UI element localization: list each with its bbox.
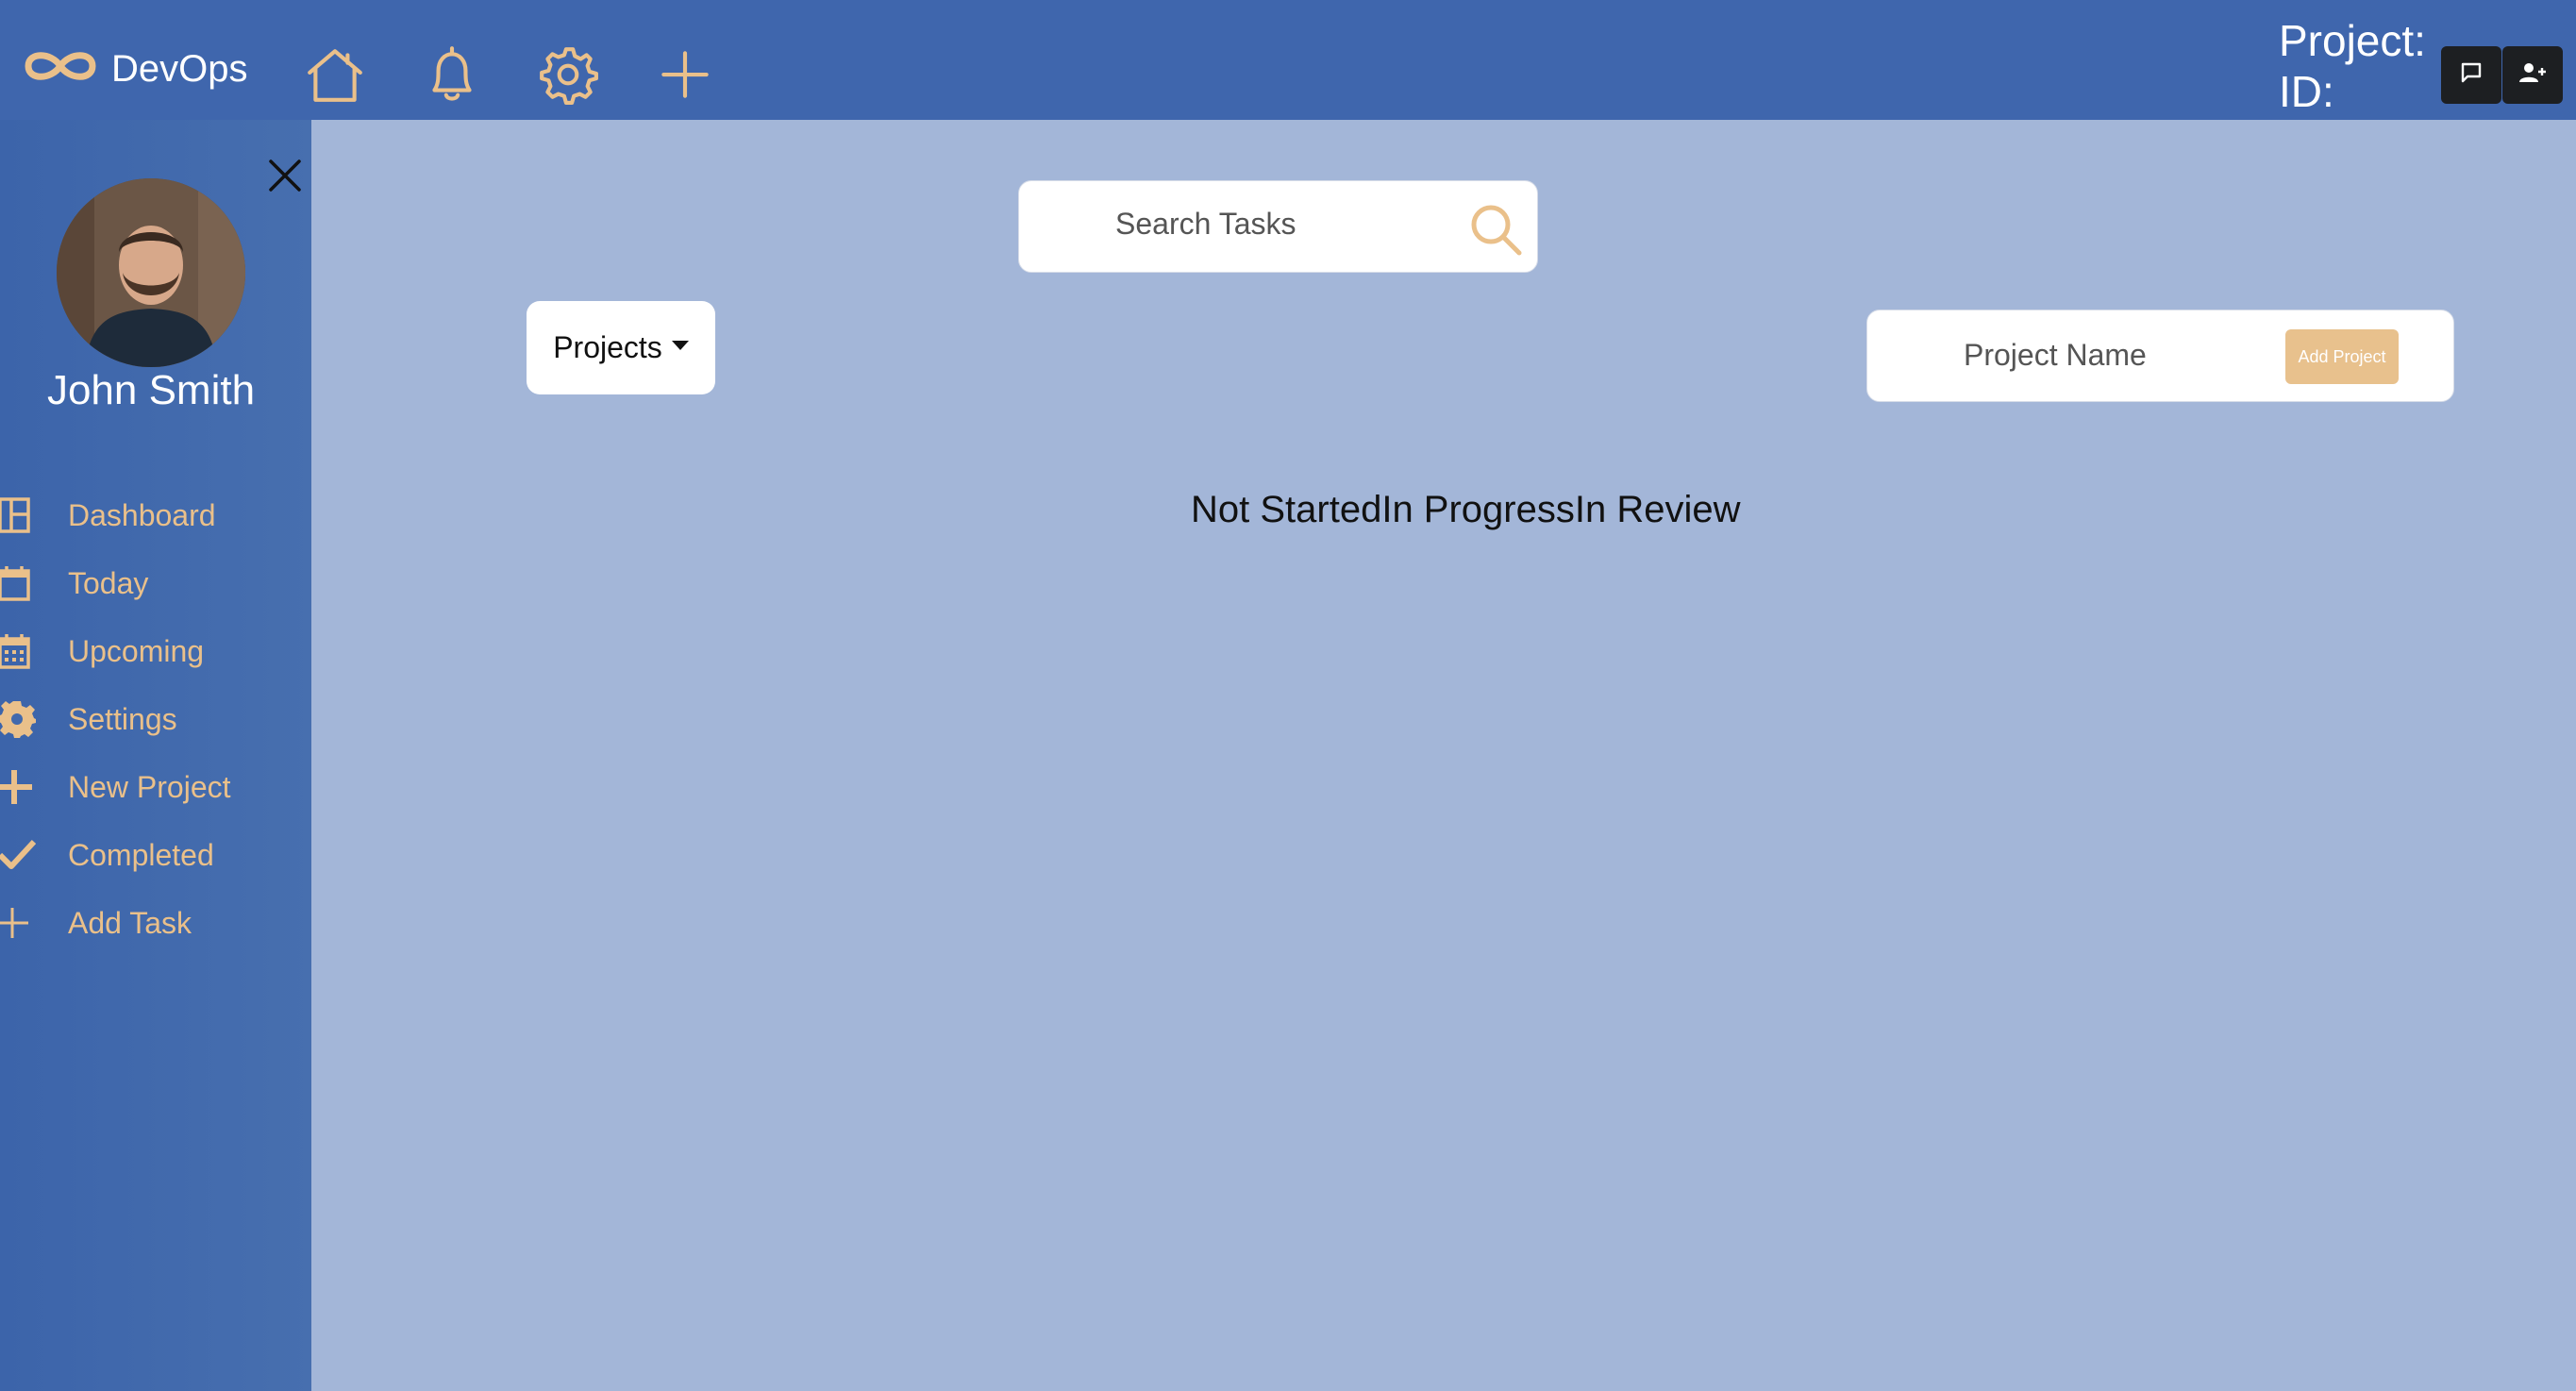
project-id-label: ID:	[2279, 67, 2334, 116]
search-input[interactable]	[1113, 206, 1495, 243]
bell-icon[interactable]	[421, 43, 483, 106]
search-icon[interactable]	[1468, 202, 1523, 257]
gear-icon[interactable]	[537, 43, 599, 106]
chat-icon	[2459, 60, 2484, 90]
sidebar-item-add-task[interactable]: Add Task	[0, 899, 192, 947]
sidebar: John Smith Dashboard Today Upcoming Sett…	[0, 120, 311, 1391]
brand[interactable]: DevOps	[23, 47, 248, 90]
gear-icon	[0, 700, 36, 738]
sidebar-item-label: New Project	[68, 769, 231, 804]
calendar-grid-icon	[0, 632, 36, 670]
sidebar-item-label: Settings	[68, 701, 177, 736]
dashboard-icon	[0, 496, 36, 534]
project-info: Project: ID:	[2279, 15, 2426, 117]
plus-icon	[0, 768, 36, 806]
check-icon	[0, 836, 36, 874]
projects-dropdown-label: Projects	[553, 330, 662, 364]
close-icon[interactable]	[268, 159, 302, 193]
search-box	[1018, 180, 1538, 273]
plus-thin-icon	[0, 904, 36, 942]
status-not-started: Not Started	[1191, 489, 1382, 530]
sidebar-item-label: Upcoming	[68, 633, 205, 668]
sidebar-item-completed[interactable]: Completed	[0, 831, 214, 879]
sidebar-item-label: Today	[68, 565, 149, 600]
plus-icon[interactable]	[654, 43, 716, 106]
add-user-icon	[2518, 60, 2547, 90]
infinity-logo-icon	[23, 47, 98, 90]
calendar-icon	[0, 564, 36, 602]
avatar	[57, 178, 245, 367]
sidebar-item-label: Dashboard	[68, 497, 216, 532]
add-project-form: Add Project	[1866, 310, 2454, 402]
caret-down-icon	[671, 340, 689, 350]
top-navbar: DevOps Project: ID:	[0, 0, 2576, 120]
sidebar-item-new-project[interactable]: New Project	[0, 763, 231, 811]
projects-dropdown[interactable]: Projects	[527, 301, 715, 394]
sidebar-item-dashboard[interactable]: Dashboard	[0, 492, 216, 539]
status-columns: Not StartedIn ProgressIn Review	[1191, 489, 1740, 531]
sidebar-item-upcoming[interactable]: Upcoming	[0, 628, 204, 675]
project-label: Project:	[2279, 16, 2426, 65]
user-name: John Smith	[46, 367, 256, 413]
brand-name: DevOps	[111, 47, 248, 90]
sidebar-item-label: Add Task	[68, 905, 192, 940]
add-user-button[interactable]	[2502, 46, 2563, 104]
status-in-review: In Review	[1574, 489, 1741, 530]
status-in-progress: In Progress	[1381, 489, 1575, 530]
sidebar-item-label: Completed	[68, 837, 214, 872]
home-icon[interactable]	[304, 43, 366, 106]
sidebar-item-settings[interactable]: Settings	[0, 696, 177, 743]
chat-button[interactable]	[2441, 46, 2501, 104]
sidebar-item-today[interactable]: Today	[0, 560, 148, 607]
project-name-input[interactable]	[1962, 337, 2249, 374]
add-project-button[interactable]: Add Project	[2285, 329, 2399, 384]
